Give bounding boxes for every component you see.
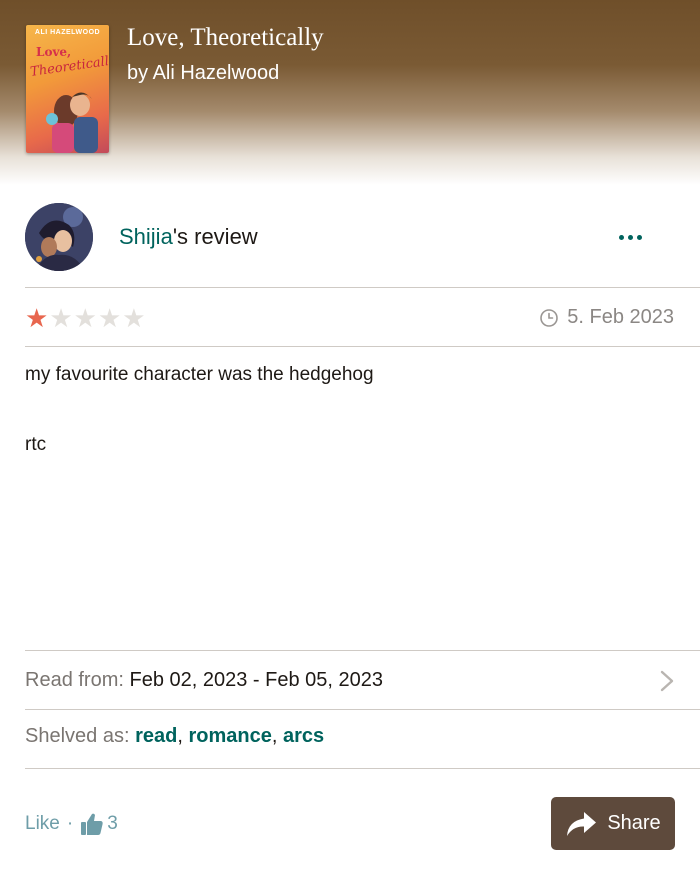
share-label: Share [607,812,661,834]
more-icon-dot [636,234,642,240]
review-date-text: 5. Feb 2023 [567,306,674,328]
share-button[interactable]: Share [551,797,675,850]
star-filled-icon: ★ [25,304,49,334]
more-icon-dot [627,234,633,240]
divider [25,650,700,651]
reviewer-name-link[interactable]: Shijia [119,224,173,249]
review-heading-suffix: 's review [172,224,258,249]
review-text-line: my favourite character was the hedgehog [25,364,374,385]
like-button[interactable]: Like [25,813,60,835]
divider [25,709,700,710]
reviewer-avatar[interactable] [25,203,93,271]
shelved-label: Shelved as: [25,725,130,747]
star-rating: ★ ★ ★ ★ ★ [25,304,146,334]
like-count: 3 [107,813,118,834]
shelf-link[interactable]: romance [188,725,271,747]
thumbs-up-icon[interactable] [80,812,104,836]
review-heading: Shijia's review [119,224,258,250]
review-date: 5. Feb 2023 [540,306,674,329]
shelf-link[interactable]: read [135,725,177,747]
review-text-line: rtc [25,434,47,455]
divider [25,768,700,769]
more-options-button[interactable] [612,222,648,252]
read-dates-label: Read from: [25,669,124,691]
share-arrow-icon [567,811,597,836]
chevron-right-icon[interactable] [658,669,676,693]
divider [25,287,700,288]
star-empty-icon: ★ [122,304,146,334]
read-dates-row[interactable]: Read from: Feb 02, 2023 - Feb 05, 2023 [25,669,383,692]
cover-author: ALI HAZELWOOD [34,29,101,36]
cover-title-line1: Love, [36,45,72,59]
book-header: ALI HAZELWOOD Love, Theoretically Love, … [0,0,700,185]
book-author[interactable]: by Ali Hazelwood [127,62,279,85]
book-cover[interactable]: ALI HAZELWOOD Love, Theoretically [26,25,109,153]
star-empty-icon: ★ [49,304,73,334]
divider [25,346,700,347]
star-empty-icon: ★ [97,304,122,334]
clock-icon [540,308,559,327]
book-title[interactable]: Love, Theoretically [127,24,324,52]
separator: · [66,813,74,834]
more-icon [618,234,624,240]
read-dates-value: Feb 02, 2023 - Feb 05, 2023 [129,669,384,691]
shelved-row: Shelved as: read, romance, arcs [25,725,325,747]
like-row: Like · 3 [25,812,118,836]
shelf-link[interactable]: arcs [283,725,324,747]
cover-illustration [46,92,98,153]
star-empty-icon: ★ [73,304,97,334]
